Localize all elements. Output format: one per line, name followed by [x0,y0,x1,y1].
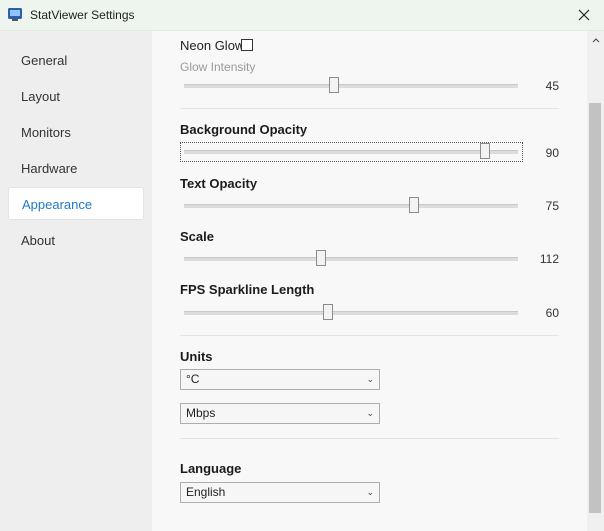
text-opacity-slider[interactable] [184,195,518,215]
divider [180,438,559,439]
scroll-up-button[interactable] [587,31,604,48]
sidebar-nav: General Layout Monitors Hardware Appeara… [0,31,152,531]
chevron-down-icon: ⌄ [366,487,374,497]
language-label: Language [180,461,242,476]
divider [180,108,559,109]
slider-thumb[interactable] [409,197,420,213]
chevron-down-icon: ⌄ [366,374,374,384]
slider-thumb[interactable] [322,304,333,320]
scale-value: 112 [539,252,559,266]
neon-glow-row: Neon Glow [180,37,300,57]
app-icon [8,8,22,21]
scrollbar-thumb[interactable] [589,103,601,513]
glow-intensity-label: Glow Intensity [180,60,256,74]
background-opacity-label: Background Opacity [180,122,308,137]
language-select[interactable]: English ⌄ [180,482,380,503]
slider-track [184,257,518,261]
slider-track [184,204,518,208]
sidebar-item-monitors[interactable]: Monitors [8,116,144,149]
scale-slider[interactable] [184,248,518,268]
scale-label: Scale [180,229,214,244]
slider-track [184,150,518,154]
slider-thumb[interactable] [329,77,340,93]
network-unit-value: Mbps [186,406,216,420]
close-button[interactable] [564,0,604,30]
glow-intensity-slider[interactable] [184,75,518,95]
units-label: Units [180,349,213,364]
background-opacity-value: 90 [545,146,559,160]
window-title: StatViewer Settings [30,8,135,22]
text-opacity-value: 75 [545,199,559,213]
fps-sparkline-label: FPS Sparkline Length [180,282,315,297]
slider-track [184,84,518,88]
sidebar-item-appearance[interactable]: Appearance [8,187,144,220]
sidebar-item-hardware[interactable]: Hardware [8,152,144,185]
slider-thumb[interactable] [315,250,326,266]
background-opacity-slider[interactable] [184,141,518,161]
fps-sparkline-slider[interactable] [184,302,518,322]
language-value: English [186,485,226,499]
neon-glow-label: Neon Glow [180,38,245,53]
title-bar: StatViewer Settings [0,0,604,31]
sidebar-item-about[interactable]: About [8,224,144,257]
slider-track [184,311,518,315]
close-icon [578,9,590,21]
glow-intensity-value: 45 [545,79,559,93]
divider [180,335,559,336]
network-unit-select[interactable]: Mbps ⌄ [180,403,380,424]
chevron-up-icon [592,37,599,42]
slider-thumb[interactable] [479,143,490,159]
fps-sparkline-value: 60 [545,306,559,320]
text-opacity-label: Text Opacity [180,176,258,191]
temperature-unit-value: °C [186,372,200,386]
neon-glow-checkbox[interactable] [241,39,253,51]
chevron-down-icon: ⌄ [366,408,374,418]
appearance-panel: Neon Glow Glow Intensity 45 Background O… [152,31,587,531]
sidebar-item-general[interactable]: General [8,44,144,77]
temperature-unit-select[interactable]: °C ⌄ [180,369,380,390]
sidebar-item-layout[interactable]: Layout [8,80,144,113]
